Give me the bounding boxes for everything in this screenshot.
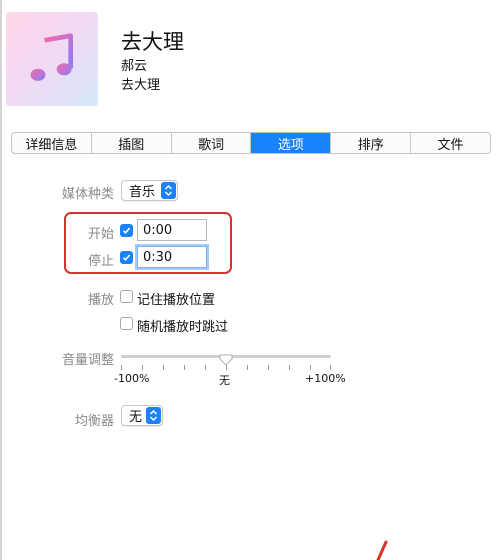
- slider-tick: [184, 365, 185, 370]
- start-checkbox[interactable]: [120, 224, 133, 237]
- start-time-field[interactable]: 0:00: [137, 219, 207, 241]
- volume-min-label: -100%: [114, 372, 150, 385]
- checkmark-icon: [122, 254, 131, 261]
- stop-checkbox[interactable]: [120, 251, 133, 264]
- tab-options[interactable]: 选项: [251, 133, 332, 153]
- skip-shuffle-checkbox[interactable]: [120, 317, 133, 330]
- skip-shuffle-text: 随机播放时跳过: [137, 320, 229, 335]
- slider-tick: [163, 365, 164, 370]
- slider-tick: [142, 365, 143, 370]
- window-edge: [0, 0, 2, 560]
- slider-tick: [226, 365, 227, 370]
- slider-tick: [205, 365, 206, 370]
- equalizer-label: 均衡器: [74, 414, 114, 429]
- tab-details[interactable]: 详细信息: [12, 133, 92, 153]
- volume-max-label: +100%: [305, 372, 346, 385]
- volume-slider-thumb[interactable]: [219, 351, 233, 366]
- media-kind-value: 音乐: [129, 185, 156, 200]
- checkmark-icon: [122, 227, 131, 234]
- song-title: 去大理: [121, 30, 184, 54]
- music-note-icon: [30, 33, 73, 81]
- media-kind-label: 媒体种类: [61, 187, 114, 202]
- arrow-annotation-icon: [376, 540, 388, 560]
- slider-tick: [121, 365, 122, 370]
- volume-label: 音量调整: [61, 353, 114, 368]
- equalizer-popup[interactable]: 无: [121, 405, 163, 426]
- slider-tick: [247, 365, 248, 370]
- artist-name: 郝云: [121, 59, 148, 74]
- album-name: 去大理: [121, 78, 161, 93]
- remember-position-text: 记住播放位置: [137, 293, 216, 308]
- tab-file[interactable]: 文件: [411, 133, 490, 153]
- remember-position-checkbox[interactable]: [120, 290, 133, 303]
- album-artwork: [6, 12, 98, 106]
- chevron-updown-icon: [161, 182, 176, 199]
- tab-artwork[interactable]: 插图: [92, 133, 172, 153]
- chevron-updown-icon: [146, 407, 161, 424]
- volume-mid-label: 无: [219, 374, 230, 387]
- tab-lyrics[interactable]: 歌词: [172, 133, 252, 153]
- equalizer-value: 无: [129, 410, 143, 425]
- playback-label: 播放: [87, 293, 114, 308]
- slider-tick: [289, 365, 290, 370]
- stop-label: 停止: [87, 254, 114, 269]
- tab-bar: 详细信息 插图 歌词 选项 排序 文件: [11, 132, 491, 154]
- slider-tick: [268, 365, 269, 370]
- slider-tick: [310, 365, 311, 370]
- stop-time-field[interactable]: 0:30: [137, 246, 207, 268]
- tab-sorting[interactable]: 排序: [331, 133, 412, 153]
- start-label: 开始: [87, 227, 114, 242]
- media-kind-popup[interactable]: 音乐: [121, 180, 178, 201]
- slider-tick: [330, 365, 331, 370]
